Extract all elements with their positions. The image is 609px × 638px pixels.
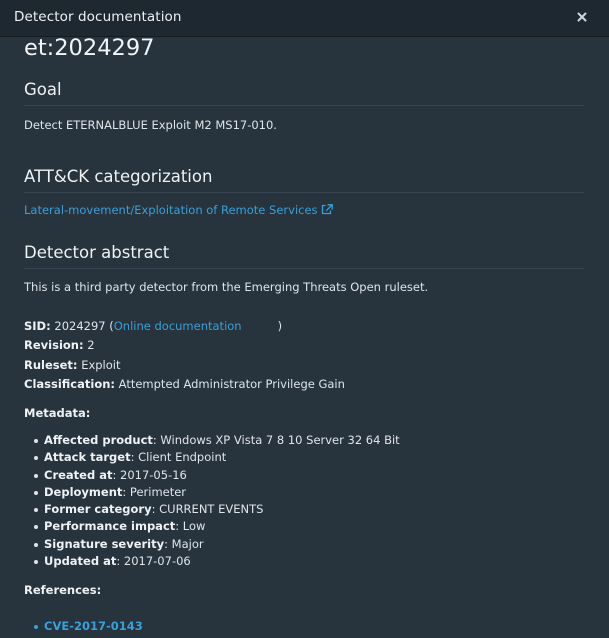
modal-header: Detector documentation	[0, 0, 609, 37]
references-heading: References:	[24, 583, 102, 597]
metadata-value: : Major	[164, 536, 204, 551]
metadata-value: : 2017-07-06	[116, 554, 191, 569]
list-item: Updated at: 2017-07-06	[32, 554, 572, 571]
reference-link-cve[interactable]: CVE-2017-0143	[44, 619, 143, 633]
metadata-key: Performance impact	[44, 519, 176, 534]
sid-value: 2024297 (	[54, 319, 114, 333]
ruleset-row: Ruleset: Exploit	[24, 358, 121, 372]
list-item: Deployment: Perimeter	[32, 485, 572, 502]
close-icon	[577, 12, 587, 22]
metadata-key: Signature severity	[44, 536, 165, 551]
external-link-icon[interactable]	[321, 204, 333, 215]
close-button[interactable]	[575, 10, 589, 24]
detector-documentation-modal: Detector documentation et:2024297 Goal D…	[0, 0, 609, 638]
list-item: Affected product: Windows XP Vista 7 8 1…	[32, 433, 572, 450]
sid-label: SID:	[24, 319, 51, 333]
revision-label: Revision:	[24, 338, 84, 352]
list-item: CVE-2017-0143	[32, 619, 572, 636]
metadata-value: : 2017-05-16	[112, 467, 187, 482]
page-title: et:2024297	[24, 35, 155, 61]
metadata-key: Deployment	[44, 484, 123, 499]
ruleset-value: Exploit	[81, 358, 121, 372]
modal-title: Detector documentation	[14, 9, 182, 25]
attack-heading: ATT&CK categorization	[24, 167, 584, 193]
revision-value: 2	[87, 338, 95, 352]
abstract-heading: Detector abstract	[24, 243, 584, 269]
metadata-key: Attack target	[44, 450, 131, 465]
classification-label: Classification:	[24, 377, 116, 391]
metadata-key: Affected product	[44, 433, 153, 447]
classification-row: Classification: Attempted Administrator …	[24, 377, 345, 391]
abstract-text: This is a third party detector from the …	[24, 280, 429, 294]
sid-row: SID: 2024297 (Online documentation)	[24, 319, 282, 333]
metadata-key: Updated at	[44, 554, 117, 569]
references-list: CVE-2017-0143	[32, 619, 572, 636]
online-documentation-link[interactable]: Online documentation	[114, 319, 242, 333]
metadata-value: : CURRENT EVENTS	[151, 502, 264, 517]
list-item: Former category: CURRENT EVENTS	[32, 502, 572, 519]
attack-technique-link[interactable]: Lateral-movement/Exploitation of Remote …	[24, 203, 318, 217]
metadata-heading: Metadata:	[24, 406, 91, 420]
revision-row: Revision: 2	[24, 338, 95, 352]
list-item: Created at: 2017-05-16	[32, 468, 572, 485]
metadata-value: : Client Endpoint	[130, 450, 227, 465]
metadata-value: : Windows XP Vista 7 8 10 Server 32 64 B…	[152, 433, 400, 447]
metadata-key: Created at	[44, 467, 113, 482]
metadata-list: Affected product: Windows XP Vista 7 8 1…	[32, 433, 572, 571]
list-item: Performance impact: Low	[32, 519, 572, 536]
metadata-value: : Perimeter	[122, 484, 187, 499]
list-item: Signature severity: Major	[32, 537, 572, 554]
goal-heading: Goal	[24, 80, 584, 106]
classification-value: Attempted Administrator Privilege Gain	[118, 377, 345, 391]
metadata-value: : Low	[175, 519, 206, 534]
goal-text: Detect ETERNALBLUE Exploit M2 MS17-010.	[24, 118, 277, 132]
list-item: Attack target: Client Endpoint	[32, 450, 572, 467]
sid-close: )	[277, 319, 283, 333]
ruleset-label: Ruleset:	[24, 358, 78, 372]
metadata-key: Former category	[44, 502, 152, 517]
attack-link-row: Lateral-movement/Exploitation of Remote …	[24, 203, 333, 217]
